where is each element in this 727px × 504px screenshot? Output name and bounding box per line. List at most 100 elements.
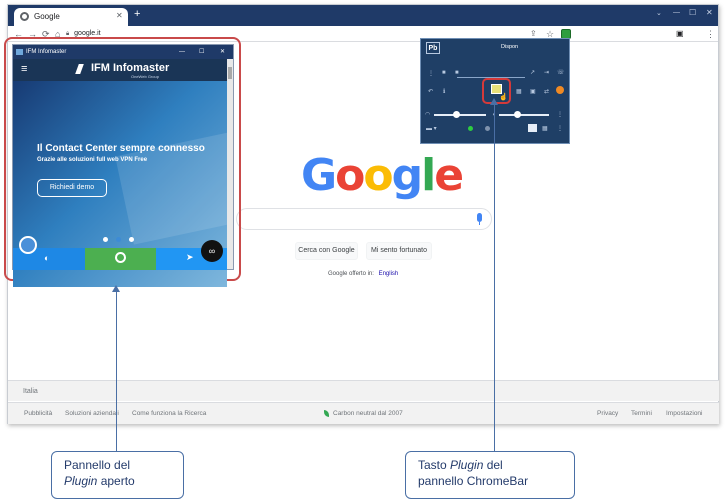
callout-plugin-panel: Pannello del Plugin aperto xyxy=(51,451,184,499)
ifm-logo-icon xyxy=(75,64,89,74)
tab-title: Google xyxy=(34,12,60,21)
ifm-brand-sub: OneWeb Group xyxy=(131,74,159,79)
mic-level-icon[interactable]: ⋮ xyxy=(557,111,563,119)
plugin-panel: IFM Infomaster — ☐ ✕ ≡ IFM Infomaster On… xyxy=(12,44,234,287)
redial-icon[interactable]: ↶ xyxy=(428,88,433,96)
footer-link-privacy[interactable]: Privacy xyxy=(597,410,618,417)
right-connector-line xyxy=(494,104,495,451)
volume-slider[interactable] xyxy=(434,114,486,116)
search-input[interactable] xyxy=(236,208,492,230)
logo-letter: o xyxy=(363,150,393,201)
google-favicon-icon xyxy=(20,12,29,21)
contact-bar: ◐ ➤ ∞ xyxy=(13,236,227,270)
request-demo-button[interactable]: Richiedi demo xyxy=(37,179,107,197)
callout-left-rest: aperto xyxy=(97,474,135,488)
info-icon[interactable]: ℹ xyxy=(443,88,445,96)
footer-country: Italia xyxy=(8,380,719,401)
dialpad-icon[interactable]: ▦ xyxy=(516,88,522,96)
footer-link-terms[interactable]: Termini xyxy=(631,410,652,417)
callout-left-italic: Plugin xyxy=(64,474,98,488)
ifm-site-header: ≡ IFM Infomaster OneWeb Group xyxy=(13,59,227,81)
presence-grey-icon xyxy=(485,126,490,131)
carousel-dot[interactable] xyxy=(116,237,121,242)
forward-call-icon[interactable]: ⇥ xyxy=(544,69,549,77)
chatbot-icon[interactable] xyxy=(19,236,37,254)
new-tab-button[interactable]: + xyxy=(134,8,140,20)
callout-right-a: Tasto xyxy=(418,458,451,472)
callout-right-italic: Plugin xyxy=(450,458,484,472)
maximize-button[interactable]: ☐ xyxy=(689,8,696,17)
whatsapp-icon xyxy=(115,252,126,263)
language-link[interactable]: English xyxy=(379,271,399,277)
pause-icon[interactable]: ■ xyxy=(442,69,446,77)
sidepanel-icon[interactable]: ▣ xyxy=(676,26,684,42)
footer-link-how-search[interactable]: Come funziona la Ricerca xyxy=(132,410,206,417)
left-connector-line xyxy=(116,290,117,451)
ifm-small-icon xyxy=(16,49,23,55)
callout-right-line2: pannello ChromeBar xyxy=(418,474,529,488)
hangup-icon[interactable]: ☏ xyxy=(557,69,565,77)
mic-stand-icon xyxy=(479,222,480,225)
cursor-hand-icon: ☝ xyxy=(499,94,508,101)
logo-letter: e xyxy=(434,150,464,201)
footer-link-advertising[interactable]: Pubblicità xyxy=(24,410,52,417)
callout-plugin-button: Tasto Plugin del pannello ChromeBar xyxy=(405,451,575,499)
callout-left-line2: Plugin aperto xyxy=(64,473,171,489)
logo-letter: l xyxy=(421,150,436,201)
stop-icon[interactable]: ■ xyxy=(455,69,459,77)
contacts-icon[interactable]: ▣ xyxy=(530,88,536,96)
grid-icon[interactable]: ▦ xyxy=(542,125,548,133)
leaf-icon xyxy=(324,410,329,417)
url-text: google.it xyxy=(74,30,101,37)
more-icon[interactable]: ⋮ xyxy=(557,125,563,133)
mic-icon[interactable]: ⋮ xyxy=(428,70,434,78)
close-window-button[interactable]: ✕ xyxy=(706,8,713,17)
queue-dropdown-icon[interactable]: ▬ ▾ xyxy=(426,125,437,133)
footer-link-settings[interactable]: Impostazioni xyxy=(666,410,703,417)
volume-slider-thumb[interactable] xyxy=(453,111,460,118)
carousel-dot[interactable] xyxy=(129,237,134,242)
tab-close-icon[interactable]: ✕ xyxy=(116,11,123,20)
offered-in-label: Google offerto in: xyxy=(328,271,374,277)
google-search-button[interactable]: Cerca con Google xyxy=(295,242,358,260)
chromebar-panel: Pb Dispon ⋮ ■ ■ ↗ ⇥ ☏ ↶ ℹ ☝ ▦ ▣ ⇄ ◠ ◖ ⋮ … xyxy=(420,38,570,144)
offered-in-line: Google offerto in: English xyxy=(328,271,398,277)
hamburger-icon[interactable]: ≡ xyxy=(21,63,27,75)
mic-volume-slider[interactable] xyxy=(499,114,549,116)
logo-letter: o xyxy=(335,150,365,201)
ifm-brand: IFM Infomaster xyxy=(91,62,170,74)
country-label: Italia xyxy=(23,388,38,395)
footer-link-business[interactable]: Soluzioni aziendali xyxy=(65,410,119,417)
headset-icon[interactable]: ◠ xyxy=(425,111,430,119)
swap-icon[interactable]: ⇄ xyxy=(544,88,549,96)
plugin-window-title: IFM Infomaster xyxy=(26,49,67,55)
chevron-down-icon[interactable]: ⌄ xyxy=(656,9,662,17)
chat-panel-icon[interactable] xyxy=(528,124,537,132)
transfer-icon[interactable]: ↗ xyxy=(530,69,535,77)
footer-carbon[interactable]: Carbon neutral dal 2007 xyxy=(333,410,403,417)
microphone-icon[interactable] xyxy=(477,213,482,222)
logo-letter: g xyxy=(391,150,423,201)
callout-right-line1: Tasto Plugin del xyxy=(418,457,562,473)
telegram-icon: ➤ xyxy=(186,252,194,262)
plugin-close-button[interactable]: ✕ xyxy=(220,45,225,59)
callout-left-line1: Pannello del xyxy=(64,458,131,472)
plugin-minimize-button[interactable]: — xyxy=(179,45,185,59)
menu-icon[interactable]: ⋮ xyxy=(706,26,715,42)
plugin-maximize-button[interactable]: ☐ xyxy=(199,45,204,59)
alert-icon[interactable] xyxy=(556,86,564,94)
whatsapp-button[interactable] xyxy=(85,248,156,270)
plugin-panel-titlebar: IFM Infomaster — ☐ ✕ xyxy=(13,45,233,59)
minimize-button[interactable]: — xyxy=(673,9,680,16)
scrollbar-thumb[interactable] xyxy=(228,67,232,79)
tab-google[interactable]: Google ✕ xyxy=(14,8,128,26)
lucky-button[interactable]: Mi sento fortunato xyxy=(366,242,432,260)
carousel-dot[interactable] xyxy=(103,237,108,242)
plugin-scrollbar[interactable] xyxy=(227,59,233,269)
messenger-icon: ◐ xyxy=(44,253,50,263)
presence-green-icon xyxy=(468,126,473,131)
chat-toggle-icon[interactable]: ∞ xyxy=(201,240,223,262)
chromebar-status: Dispon xyxy=(501,44,519,50)
mic-slider-thumb[interactable] xyxy=(514,111,521,118)
hero-title: Il Contact Center sempre connesso xyxy=(37,143,205,154)
